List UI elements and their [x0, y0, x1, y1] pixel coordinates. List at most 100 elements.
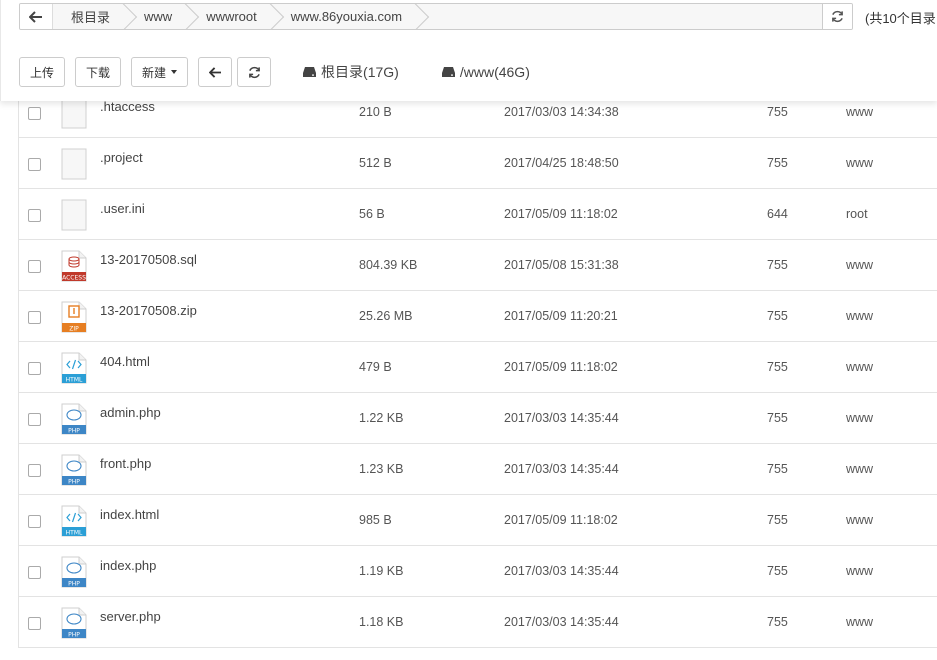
breadcrumb: 根目录 www wwwroot www.86youxia.com [19, 3, 853, 30]
file-owner: www [846, 513, 874, 527]
file-name[interactable]: front.php [100, 438, 151, 489]
refresh-icon [248, 66, 260, 78]
file-name[interactable]: index.php [100, 540, 156, 591]
file-permission[interactable]: 755 [767, 291, 788, 342]
file-permission[interactable]: 755 [767, 342, 788, 393]
file-owner: www [846, 615, 874, 629]
file-mtime: 2017/05/09 11:20:21 [504, 309, 618, 323]
file-mtime: 2017/03/03 14:35:44 [504, 462, 619, 476]
breadcrumb-path-area[interactable] [418, 4, 822, 29]
file-type-label: HTML [66, 530, 83, 537]
php-file-icon: PHP [61, 403, 87, 435]
row-checkbox[interactable] [28, 260, 41, 273]
file-name[interactable]: 404.html [100, 336, 150, 387]
file-mtime: 2017/05/09 11:18:02 [504, 513, 618, 527]
file-size: 56 B [359, 207, 385, 221]
upload-button[interactable]: 上传 [19, 57, 66, 87]
directory-count: (共10个目录 [865, 11, 936, 26]
table-row[interactable]: HTML 404.html 479 B 2017/05/09 11:18:02 755 w… [19, 342, 937, 393]
file-name[interactable]: admin.php [100, 387, 161, 438]
go-back-button[interactable] [198, 57, 233, 87]
file-list: .htaccess 210 B 2017/03/03 14:34:38 755 www.… [18, 87, 937, 648]
row-checkbox[interactable] [28, 362, 41, 375]
row-checkbox[interactable] [28, 566, 41, 579]
path-refresh-button[interactable] [822, 4, 852, 29]
table-row[interactable]: PHP server.php 1.18 KB 2017/03/03 14:35:44 7… [19, 597, 937, 648]
file-mtime: 2017/05/09 11:18:02 [504, 207, 618, 221]
file-mtime: 2017/05/08 15:31:38 [504, 258, 619, 272]
row-checkbox[interactable] [28, 311, 41, 324]
file-permission[interactable]: 755 [767, 597, 788, 648]
file-icon [61, 199, 87, 231]
file-mtime: 2017/05/09 11:18:02 [504, 360, 618, 374]
row-checkbox[interactable] [28, 617, 41, 630]
breadcrumb-item-site[interactable]: www.86youxia.com [272, 4, 419, 29]
file-name[interactable]: .project [100, 132, 143, 183]
file-size: 25.26 MB [359, 309, 413, 323]
breadcrumb-item-root[interactable]: 根目录 [53, 4, 127, 29]
file-owner: www [846, 156, 874, 170]
hdd-icon [303, 67, 317, 77]
new-label: 新建 [142, 65, 167, 80]
table-row[interactable]: .project 512 B 2017/04/25 18:48:50 755 www [19, 138, 937, 189]
file-type-label: PHP [68, 479, 80, 486]
disk-www[interactable]: /www(46G) [441, 64, 530, 80]
new-dropdown-button[interactable]: 新建 [131, 57, 189, 87]
arrow-left-icon [208, 66, 221, 78]
file-permission[interactable]: 644 [767, 189, 788, 240]
file-owner: www [846, 564, 874, 578]
file-owner: www [846, 411, 874, 425]
breadcrumb-item-wwwroot[interactable]: wwwroot [188, 4, 273, 29]
hdd-icon [441, 67, 455, 77]
row-checkbox[interactable] [28, 464, 41, 477]
file-name[interactable]: 13-20170508.sql [100, 234, 197, 285]
file-name[interactable]: index.html [100, 489, 159, 540]
file-type-label: PHP [68, 632, 80, 639]
file-permission[interactable]: 755 [767, 240, 788, 291]
table-row[interactable]: HTML index.html 985 B 2017/05/09 11:18:02 75… [19, 495, 937, 546]
row-checkbox[interactable] [28, 209, 41, 222]
table-row[interactable]: PHP index.php 1.19 KB 2017/03/03 14:35:44 75… [19, 546, 937, 597]
html-file-icon: HTML [61, 505, 87, 537]
file-name[interactable]: server.php [100, 591, 161, 642]
file-permission[interactable]: 755 [767, 546, 788, 597]
file-permission[interactable]: 755 [767, 495, 788, 546]
table-row[interactable]: ACCESS 13-20170508.sql 804.39 KB 2017/05/08… [19, 240, 937, 291]
file-permission[interactable]: 755 [767, 444, 788, 495]
file-size: 479 B [359, 360, 392, 374]
file-name[interactable]: 13-20170508.zip [100, 285, 197, 336]
table-row[interactable]: PHP admin.php 1.22 KB 2017/03/03 14:35:44 75… [19, 393, 937, 444]
back-button[interactable] [20, 4, 53, 29]
file-size: 1.23 KB [359, 462, 404, 476]
file-permission[interactable]: 755 [767, 393, 788, 444]
download-button[interactable]: 下载 [75, 57, 122, 87]
row-checkbox[interactable] [28, 158, 41, 171]
toolbar: 上传 下载 新建 根目录(17G) /www(46G) [19, 57, 530, 87]
file-mtime: 2017/03/03 14:35:44 [504, 411, 619, 425]
file-size: 804.39 KB [359, 258, 418, 272]
file-name[interactable]: .user.ini [100, 183, 145, 234]
zip-file-icon: ZIP [61, 301, 87, 333]
file-size: 1.22 KB [359, 411, 404, 425]
disk-root[interactable]: 根目录(17G) [302, 62, 399, 82]
row-checkbox[interactable] [28, 413, 41, 426]
table-row[interactable]: ZIP 13-20170508.zip 25.26 MB 2017/05/09 11:… [19, 291, 937, 342]
file-icon [61, 97, 87, 129]
table-row[interactable]: .user.ini 56 B 2017/05/09 11:18:02 644 root [19, 189, 937, 240]
file-type-label: ZIP [69, 326, 79, 333]
file-owner: www [846, 258, 874, 272]
file-size: 512 B [359, 156, 392, 170]
file-owner: www [846, 360, 874, 374]
header-panel: 根目录 www wwwroot www.86youxia.com (共10个目录… [0, 0, 937, 101]
file-size: 1.18 KB [359, 615, 404, 629]
row-checkbox[interactable] [28, 515, 41, 528]
sql-file-icon: ACCESS [61, 250, 87, 282]
file-mtime: 2017/03/03 14:35:44 [504, 615, 619, 629]
file-permission[interactable]: 755 [767, 138, 788, 189]
row-checkbox[interactable] [28, 107, 41, 120]
php-file-icon: PHP [61, 454, 87, 486]
table-row[interactable]: PHP front.php 1.23 KB 2017/03/03 14:35:44 75… [19, 444, 937, 495]
refresh-button[interactable] [237, 57, 272, 87]
file-type-label: PHP [68, 428, 80, 435]
file-icon [61, 148, 87, 180]
